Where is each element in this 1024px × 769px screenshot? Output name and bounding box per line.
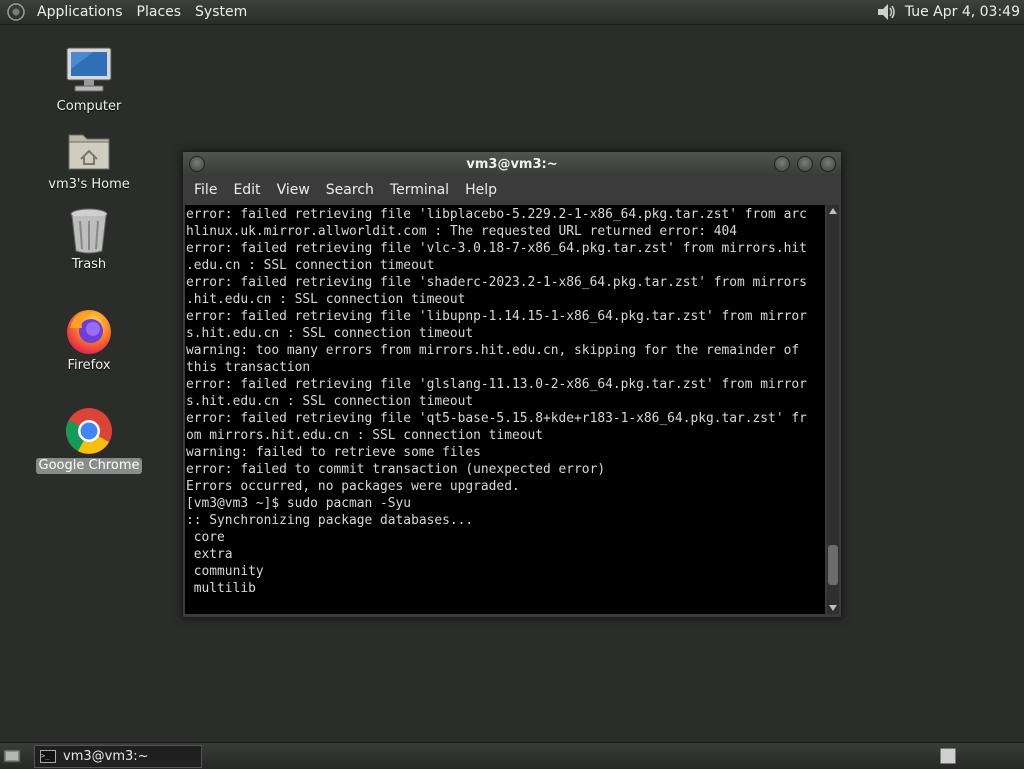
system-menu[interactable]: System: [188, 0, 254, 24]
terminal-line: error: failed retrieving file 'glslang-1…: [186, 377, 807, 392]
terminal-line: s.hit.edu.cn : SSL connection timeout: [186, 394, 474, 409]
desktop-icon-firefox[interactable]: Firefox: [34, 306, 144, 374]
desktop-icon-home[interactable]: vm3's Home: [34, 127, 144, 193]
home-folder-icon: [68, 134, 110, 170]
terminal-text: error: failed retrieving file 'libplaceb…: [185, 205, 825, 597]
applications-menu[interactable]: Applications: [30, 0, 130, 24]
terminal-line: this transaction: [186, 360, 311, 375]
terminal-line: error: failed retrieving file 'vlc-3.0.1…: [186, 241, 807, 256]
terminal-line: [vm3@vm3 ~]$ sudo pacman -Syu: [186, 496, 412, 511]
clock[interactable]: Tue Apr 4, 03:49: [905, 4, 1024, 20]
terminal-menubar: File Edit View Search Terminal Help: [183, 176, 841, 203]
desktop-icon-label: Firefox: [67, 358, 111, 373]
desktop-icon-label: vm3's Home: [48, 177, 130, 192]
taskbar-terminal-button[interactable]: >_ vm3@vm3:~: [34, 745, 202, 768]
workspace-switcher[interactable]: [940, 748, 956, 764]
firefox-icon: [67, 310, 111, 354]
desktop-icon-trash[interactable]: Trash: [34, 207, 144, 273]
terminal-line: multilib: [186, 581, 256, 596]
terminal-line: :: Synchronizing package databases...: [186, 513, 474, 528]
desktop-icon-label: Trash: [71, 257, 107, 272]
places-menu[interactable]: Places: [130, 0, 189, 24]
terminal-line: warning: failed to retrieve some files: [186, 445, 481, 460]
trash-icon: [70, 208, 108, 254]
menu-file[interactable]: File: [186, 182, 225, 198]
panel-tray: Tue Apr 4, 03:49: [875, 1, 1024, 23]
terminal-line: .edu.cn : SSL connection timeout: [186, 258, 435, 273]
scrollbar-thumb[interactable]: [828, 544, 838, 585]
gnome-foot-icon[interactable]: [6, 2, 26, 22]
terminal-output[interactable]: error: failed retrieving file 'libplaceb…: [185, 205, 825, 614]
minimize-button[interactable]: [774, 156, 790, 172]
terminal-line: .hit.edu.cn : SSL connection timeout: [186, 292, 466, 307]
window-menu-button[interactable]: [189, 156, 205, 172]
window-title: vm3@vm3:~: [466, 156, 558, 172]
terminal-line: error: failed retrieving file 'libupnp-1…: [186, 309, 807, 324]
terminal-line: core: [186, 530, 225, 545]
terminal-line: s.hit.edu.cn : SSL connection timeout: [186, 326, 474, 341]
close-button[interactable]: [820, 156, 836, 172]
menu-view[interactable]: View: [269, 182, 318, 198]
window-titlebar[interactable]: vm3@vm3:~: [183, 152, 841, 176]
terminal-line: error: failed retrieving file 'libplaceb…: [186, 207, 807, 222]
desktop-icon-computer[interactable]: Computer: [34, 45, 144, 115]
volume-icon[interactable]: [875, 1, 897, 23]
terminal-line: warning: too many errors from mirrors.hi…: [186, 343, 800, 358]
chrome-icon: [66, 408, 112, 454]
terminal-line: error: failed retrieving file 'qt5-base-…: [186, 411, 807, 426]
show-desktop-icon[interactable]: [3, 748, 21, 764]
desktop-icon-label: Google Chrome: [35, 458, 143, 474]
taskbar-label: vm3@vm3:~: [63, 749, 149, 764]
terminal-line: om mirrors.hit.edu.cn : SSL connection t…: [186, 428, 543, 443]
bottom-panel: >_ vm3@vm3:~: [0, 742, 1024, 769]
menu-edit[interactable]: Edit: [225, 182, 268, 198]
terminal-line: hlinux.uk.mirror.allworldit.com : The re…: [186, 224, 738, 239]
computer-icon: [66, 47, 112, 92]
menu-search[interactable]: Search: [318, 182, 382, 198]
terminal-scrollbar[interactable]: [827, 205, 839, 614]
terminal-line: extra: [186, 547, 233, 562]
maximize-button[interactable]: [797, 156, 813, 172]
terminal-icon: >_: [40, 750, 56, 763]
scroll-up-arrow-icon[interactable]: [829, 208, 837, 214]
top-panel: Applications Places System Tue Apr 4, 03…: [0, 0, 1024, 25]
desktop-icon-chrome[interactable]: Google Chrome: [34, 406, 144, 474]
terminal-line: community: [186, 564, 264, 579]
terminal-line: Errors occurred, no packages were upgrad…: [186, 479, 520, 494]
menu-help[interactable]: Help: [457, 182, 505, 198]
desktop-icon-label: Computer: [56, 99, 122, 114]
terminal-line: error: failed retrieving file 'shaderc-2…: [186, 275, 807, 290]
scroll-down-arrow-icon[interactable]: [829, 605, 837, 611]
menu-terminal[interactable]: Terminal: [382, 182, 457, 198]
terminal-line: error: failed to commit transaction (une…: [186, 462, 606, 477]
terminal-window[interactable]: vm3@vm3:~ File Edit View Search Terminal…: [182, 151, 842, 618]
